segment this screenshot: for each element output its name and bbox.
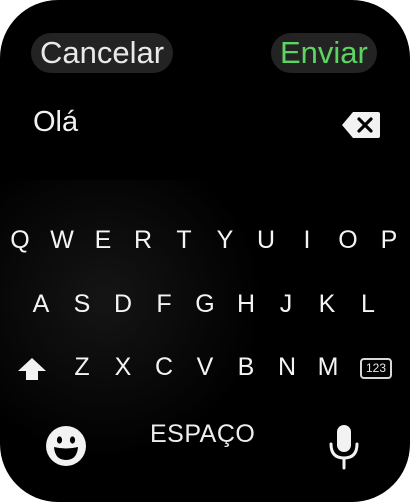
key-a[interactable]: A xyxy=(25,286,57,322)
key-k[interactable]: K xyxy=(311,286,343,322)
keyboard-row-3: Z X C V B N M xyxy=(0,349,410,385)
emoji-icon[interactable] xyxy=(45,425,87,467)
numbers-key[interactable]: 123 xyxy=(360,358,392,379)
key-w[interactable]: W xyxy=(46,222,78,258)
key-q[interactable]: Q xyxy=(4,222,36,258)
key-p[interactable]: P xyxy=(373,222,405,258)
key-c[interactable]: C xyxy=(148,349,180,385)
key-r[interactable]: R xyxy=(127,222,159,258)
message-text[interactable]: Olá xyxy=(33,106,78,139)
watch-screen: Cancelar Enviar Olá Q W E R T Y U I O P … xyxy=(0,0,410,502)
key-s[interactable]: S xyxy=(66,286,98,322)
key-h[interactable]: H xyxy=(230,286,262,322)
send-button[interactable]: Enviar xyxy=(271,33,377,73)
key-y[interactable]: Y xyxy=(209,222,241,258)
keyboard-row-1: Q W E R T Y U I O P xyxy=(0,222,410,258)
key-x[interactable]: X xyxy=(107,349,139,385)
microphone-icon[interactable] xyxy=(328,424,360,470)
backspace-icon[interactable] xyxy=(341,111,381,139)
key-i[interactable]: I xyxy=(291,222,323,258)
key-f[interactable]: F xyxy=(148,286,180,322)
key-z[interactable]: Z xyxy=(66,349,98,385)
key-t[interactable]: T xyxy=(168,222,200,258)
key-n[interactable]: N xyxy=(271,349,303,385)
key-d[interactable]: D xyxy=(107,286,139,322)
key-m[interactable]: M xyxy=(312,349,344,385)
key-b[interactable]: B xyxy=(230,349,262,385)
key-e[interactable]: E xyxy=(87,222,119,258)
key-u[interactable]: U xyxy=(250,222,282,258)
keyboard-row-2: A S D F G H J K L xyxy=(0,286,410,322)
space-key[interactable]: ESPAÇO xyxy=(150,420,255,449)
key-g[interactable]: G xyxy=(189,286,221,322)
cancel-button[interactable]: Cancelar xyxy=(31,33,174,73)
key-o[interactable]: O xyxy=(332,222,364,258)
key-j[interactable]: J xyxy=(270,286,302,322)
key-l[interactable]: L xyxy=(352,286,384,322)
key-v[interactable]: V xyxy=(189,349,221,385)
